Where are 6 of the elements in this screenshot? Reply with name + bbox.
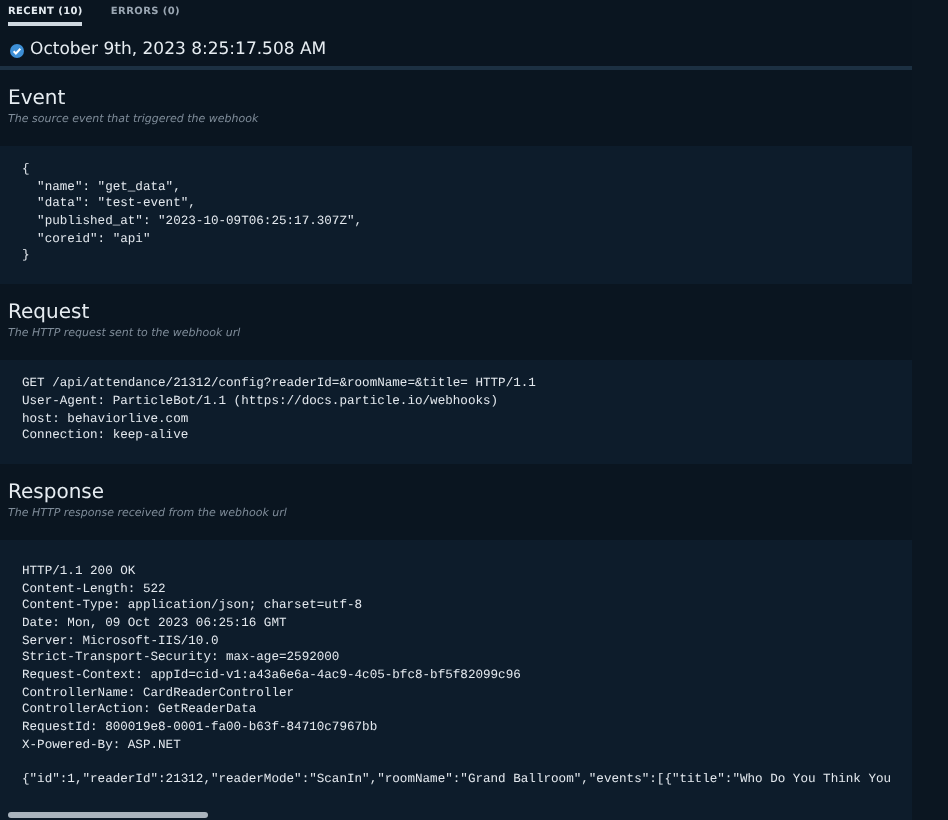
section-heading: Request	[6, 302, 92, 325]
section-heading: Event	[6, 88, 68, 110]
scrollbar-thumb[interactable]	[8, 812, 208, 818]
timestamp: October 9th, 2023 8:25:17.508 AM	[30, 40, 327, 60]
section-heading: Response	[6, 481, 107, 504]
check-circle-icon	[10, 43, 24, 57]
